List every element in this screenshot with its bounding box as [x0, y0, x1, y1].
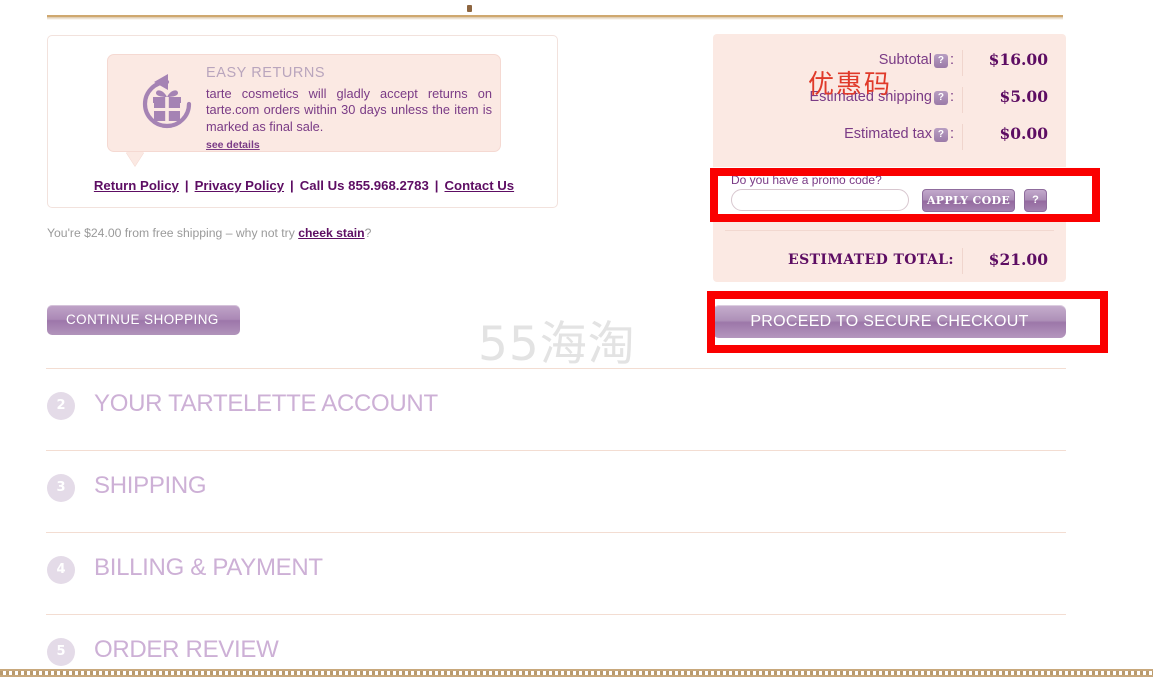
- shipping-amount: $5.00: [999, 87, 1048, 106]
- step-title-3: SHIPPING: [94, 472, 207, 499]
- summary-row-tax: Estimated tax?: $0.00: [713, 118, 1066, 155]
- total-divider: [962, 248, 963, 274]
- estimated-total-label: ESTIMATED TOTAL:: [788, 252, 954, 268]
- step-number-5: 5: [47, 638, 75, 666]
- step-divider-2: [46, 450, 1066, 451]
- promo-annotation-chinese: 优惠码: [808, 70, 893, 100]
- summary-divider-2: [962, 87, 963, 113]
- proceed-to-checkout-button[interactable]: PROCEED TO SECURE CHECKOUT: [713, 305, 1066, 338]
- returns-title: EASY RETURNS: [206, 65, 326, 81]
- top-wood-texture-strip: [47, 0, 1063, 17]
- return-policy-link[interactable]: Return Policy: [94, 178, 179, 193]
- step-number-3: 3: [47, 474, 75, 502]
- summary-divider-3: [962, 124, 963, 150]
- continue-shopping-button[interactable]: CONTINUE SHOPPING: [47, 305, 240, 335]
- subtotal-amount: $16.00: [988, 50, 1048, 69]
- returns-body: tarte cosmetics will gladly accept retur…: [206, 86, 492, 134]
- free-shipping-suffix: ?: [364, 226, 372, 240]
- estimated-total-amount: $21.00: [988, 250, 1048, 269]
- easy-returns-card: EASY RETURNS tarte cosmetics will gladly…: [47, 35, 558, 208]
- summary-divider-1: [962, 50, 963, 76]
- tax-label-group: Estimated tax?:: [844, 126, 954, 142]
- subtotal-colon: :: [949, 52, 954, 68]
- site-watermark: 55海淘: [478, 317, 636, 372]
- promo-code-block: Do you have a promo code? APPLY CODE ?: [713, 167, 1066, 222]
- link-separator-3: |: [434, 178, 439, 193]
- bottom-decorative-border: [0, 669, 1153, 677]
- step-divider-1: [46, 368, 1066, 369]
- returns-callout-bubble: EASY RETURNS tarte cosmetics will gladly…: [107, 54, 501, 152]
- shipping-colon: :: [949, 89, 954, 105]
- tax-colon: :: [949, 126, 954, 142]
- shipping-help-icon[interactable]: ?: [933, 91, 948, 105]
- step-number-4: 4: [47, 556, 75, 584]
- subtotal-help-icon[interactable]: ?: [933, 54, 948, 68]
- cheek-stain-link[interactable]: cheek stain: [298, 226, 364, 240]
- step-divider-4: [46, 614, 1066, 615]
- gift-return-icon: [132, 69, 202, 139]
- checkout-page: EASY RETURNS tarte cosmetics will gladly…: [0, 0, 1153, 680]
- tax-help-icon[interactable]: ?: [933, 128, 948, 142]
- promo-code-input[interactable]: [731, 189, 909, 211]
- free-shipping-note: You're $24.00 from free shipping – why n…: [47, 226, 371, 240]
- call-us-text: Call Us 855.968.2783: [299, 178, 429, 193]
- step-title-2: YOUR TARTELETTE ACCOUNT: [94, 390, 438, 417]
- policy-links-row: Return Policy | Privacy Policy | Call Us 855…: [70, 178, 538, 193]
- total-separator: [725, 230, 1054, 231]
- order-summary-panel: Subtotal?: $16.00 Estimated shipping?: $…: [713, 34, 1066, 282]
- link-separator-2: |: [290, 178, 294, 193]
- wood-knot: [467, 5, 472, 12]
- link-separator-1: |: [184, 178, 189, 193]
- free-shipping-prefix: You're $24.00 from free shipping – why n…: [47, 226, 299, 240]
- see-details-link[interactable]: see details: [206, 139, 260, 151]
- returns-text-block: EASY RETURNS tarte cosmetics will gladly…: [206, 65, 492, 153]
- step-title-4: BILLING & PAYMENT: [94, 554, 323, 581]
- step-title-5: ORDER REVIEW: [94, 636, 279, 663]
- tax-label: Estimated tax: [844, 126, 932, 142]
- bubble-tail: [126, 152, 144, 166]
- wood-strip-shadow: [47, 17, 1063, 20]
- privacy-policy-link[interactable]: Privacy Policy: [195, 178, 284, 193]
- contact-us-link[interactable]: Contact Us: [445, 178, 515, 193]
- step-divider-3: [46, 532, 1066, 533]
- promo-help-icon[interactable]: ?: [1024, 189, 1047, 212]
- tax-amount: $0.00: [999, 124, 1048, 143]
- apply-code-button[interactable]: APPLY CODE: [922, 189, 1015, 212]
- step-number-2: 2: [47, 392, 75, 420]
- promo-code-label: Do you have a promo code?: [731, 173, 882, 187]
